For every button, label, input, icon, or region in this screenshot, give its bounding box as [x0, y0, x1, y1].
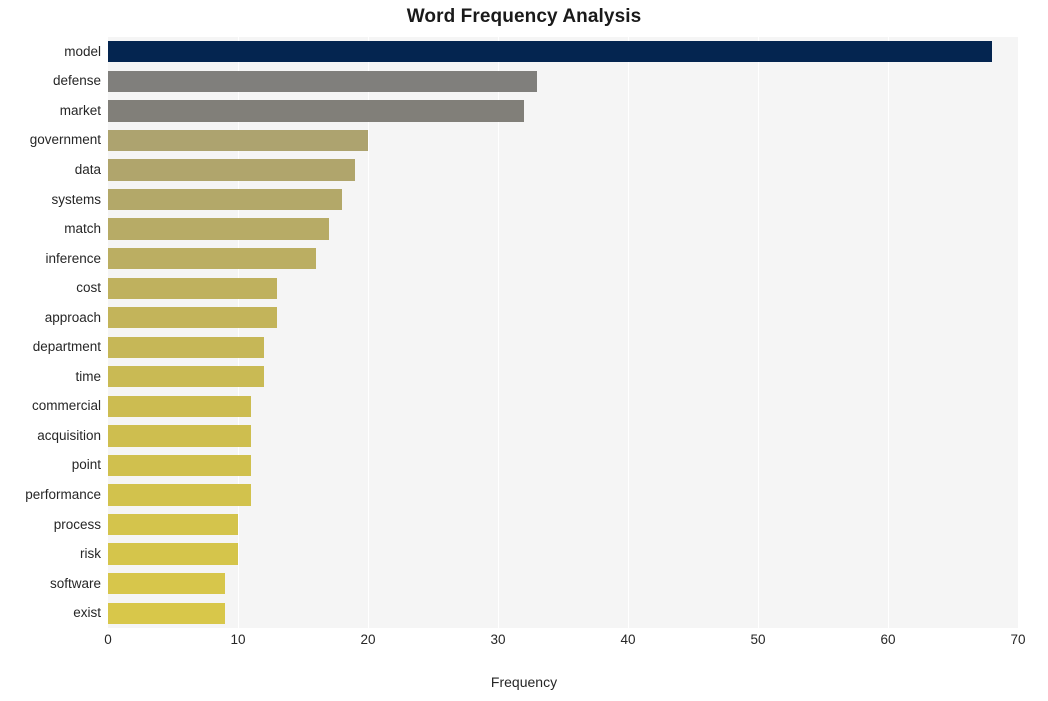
bar-point[interactable]: [108, 454, 251, 477]
bar-row: [108, 366, 1018, 388]
y-tick-label-time: time: [75, 368, 101, 384]
bar-row: [108, 70, 1018, 92]
y-tick-label-risk: risk: [80, 546, 101, 562]
bar-row: [108, 129, 1018, 152]
bar-risk[interactable]: [108, 543, 238, 565]
bar-row: [108, 247, 1018, 270]
bar-defense[interactable]: [108, 70, 537, 92]
x-tick-label-10: 10: [230, 632, 246, 647]
bar-row: [108, 218, 1018, 240]
y-tick-label-department: department: [32, 339, 101, 355]
bar-cost[interactable]: [108, 277, 277, 299]
bar-row: [108, 573, 1018, 595]
x-tick-label-40: 40: [620, 632, 636, 647]
bar-row: [108, 336, 1018, 358]
x-tick-label-0: 0: [104, 632, 112, 647]
bar-inference[interactable]: [108, 247, 316, 270]
x-tick-label-60: 60: [880, 632, 896, 647]
chart-title: Word Frequency Analysis: [406, 6, 642, 27]
bar-row: [108, 395, 1018, 417]
y-tick-label-commercial: commercial: [31, 398, 101, 414]
bar-commercial[interactable]: [108, 395, 251, 417]
bars-container: [108, 37, 1018, 628]
bar-systems[interactable]: [108, 188, 342, 211]
y-tick-label-systems: systems: [51, 191, 101, 207]
bar-approach[interactable]: [108, 307, 277, 329]
x-tick-label-50: 50: [750, 632, 766, 647]
bar-process[interactable]: [108, 513, 238, 536]
bar-exist[interactable]: [108, 602, 225, 624]
bar-government[interactable]: [108, 129, 368, 152]
word-frequency-chart-figure: Word Frequency Analysis model defense mark…: [0, 0, 1048, 701]
x-tick-label-20: 20: [360, 632, 376, 647]
bar-row: [108, 188, 1018, 211]
y-tick-label-defense: defense: [52, 73, 101, 89]
bar-row: [108, 307, 1018, 329]
bar-time[interactable]: [108, 366, 264, 388]
y-tick-label-government: government: [29, 132, 101, 148]
y-tick-label-exist: exist: [73, 605, 101, 621]
bar-software[interactable]: [108, 573, 225, 595]
bar-department[interactable]: [108, 336, 264, 358]
plot-area: [108, 37, 1018, 628]
bar-row: [108, 41, 1018, 63]
x-tick-label-70: 70: [1010, 632, 1026, 647]
bar-performance[interactable]: [108, 484, 251, 506]
bar-acquisition[interactable]: [108, 425, 251, 447]
bar-row: [108, 425, 1018, 447]
bar-row: [108, 602, 1018, 624]
bar-data[interactable]: [108, 159, 355, 181]
y-tick-label-point: point: [71, 457, 101, 473]
y-tick-label-market: market: [59, 102, 101, 118]
y-tick-label-data: data: [74, 161, 101, 177]
y-tick-label-approach: approach: [44, 309, 101, 325]
x-tick-label-30: 30: [490, 632, 506, 647]
bar-row: [108, 159, 1018, 181]
y-tick-label-process: process: [53, 516, 101, 532]
bar-model[interactable]: [108, 41, 992, 63]
y-tick-label-performance: performance: [25, 487, 101, 503]
y-tick-label-inference: inference: [45, 250, 101, 266]
bar-row: [108, 513, 1018, 536]
y-tick-label-acquisition: acquisition: [37, 427, 101, 443]
bar-match[interactable]: [108, 218, 329, 240]
bar-row: [108, 277, 1018, 299]
y-axis-tick-labels: model defense market government data systems m…: [0, 37, 101, 628]
y-tick-label-cost: cost: [76, 280, 101, 296]
bar-row: [108, 454, 1018, 477]
y-tick-label-software: software: [49, 575, 101, 591]
y-tick-label-match: match: [64, 221, 101, 237]
y-tick-label-model: model: [64, 43, 101, 59]
x-axis-tick-labels: 0 10 20 30 40 50 60 70: [0, 632, 1048, 654]
bar-row: [108, 100, 1018, 122]
bar-market[interactable]: [108, 100, 524, 122]
bar-row: [108, 484, 1018, 506]
x-axis-title: Frequency: [490, 674, 558, 690]
bar-row: [108, 543, 1018, 565]
